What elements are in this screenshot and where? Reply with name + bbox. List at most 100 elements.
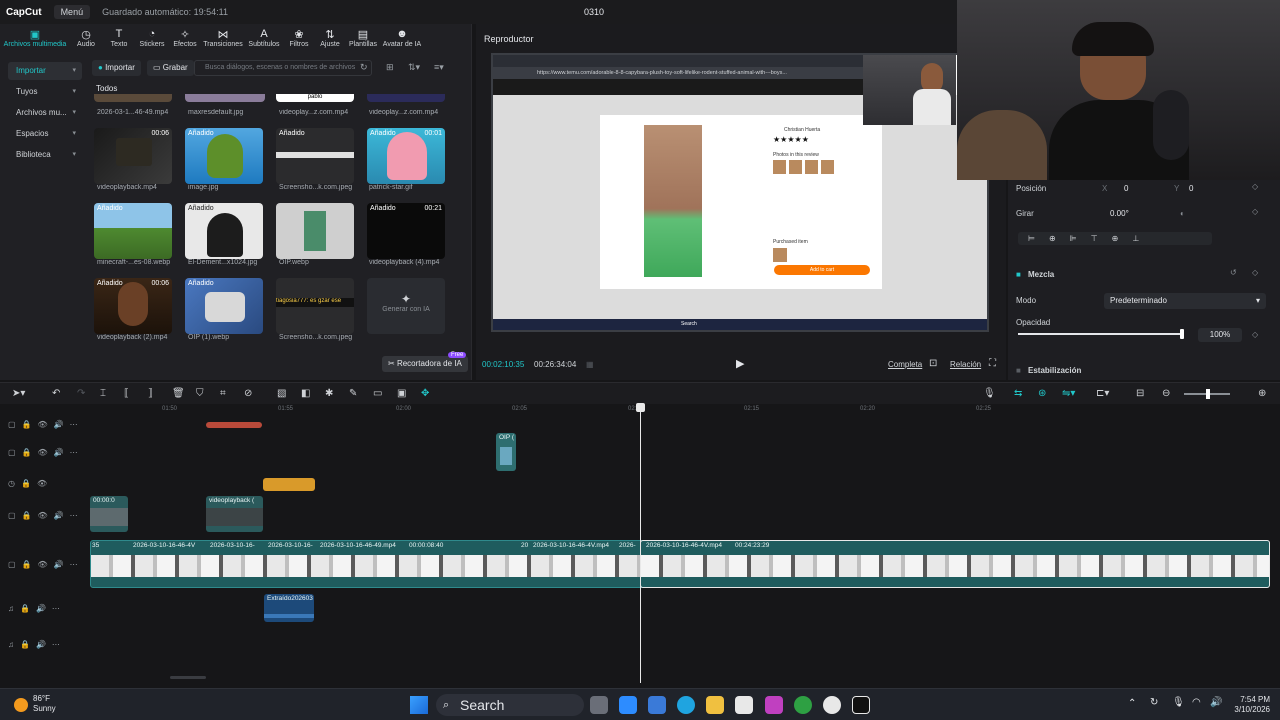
record-button[interactable]: ▭ Grabar bbox=[147, 60, 194, 76]
grid-view-icon[interactable]: ⊞ bbox=[386, 62, 394, 73]
sync-icon[interactable]: ↻ bbox=[1150, 698, 1158, 708]
tab-adjust[interactable]: ⇅ Ajuste bbox=[314, 26, 346, 54]
media-item-image[interactable]: Añadido bbox=[185, 128, 263, 184]
media-item-minecraft[interactable]: Añadido bbox=[94, 203, 172, 259]
filter-icon[interactable]: ≡▾ bbox=[434, 62, 444, 73]
tab-filters[interactable]: ❀ Filtros bbox=[284, 26, 314, 54]
snap-icon[interactable]: ⇋▾ bbox=[1062, 388, 1075, 399]
undo-icon[interactable]: ↶ bbox=[52, 388, 60, 399]
media-item-videoplayback-2[interactable]: Añadido 00:06 bbox=[94, 278, 172, 334]
subtitle-icon[interactable]: ▭ bbox=[373, 388, 382, 399]
timeline-clip-oip[interactable]: OIP ( bbox=[496, 433, 516, 471]
zoom-icon[interactable] bbox=[619, 696, 637, 714]
player-viewport[interactable]: https://www.temu.com/adorable-8-8-capyba… bbox=[491, 53, 989, 332]
volume-icon[interactable]: 🔊 bbox=[1210, 698, 1222, 708]
opacity-slider[interactable] bbox=[1018, 329, 1184, 339]
opacity-value-input[interactable]: 100% bbox=[1198, 328, 1242, 342]
edge-icon[interactable] bbox=[677, 696, 695, 714]
windows-start-icon[interactable] bbox=[410, 696, 428, 714]
freeze-icon[interactable]: ▧ bbox=[277, 388, 286, 399]
split-right-icon[interactable]: ⟧ bbox=[148, 388, 153, 399]
magic-icon[interactable]: ✎ bbox=[349, 388, 357, 399]
tab-effects[interactable]: ✧ Efectos bbox=[168, 26, 202, 54]
preview-axis-icon[interactable]: ⊏▾ bbox=[1096, 388, 1109, 399]
outlook-icon[interactable] bbox=[648, 696, 666, 714]
keyframe-icon[interactable]: ◇ bbox=[1252, 182, 1258, 191]
sidebar-item-import[interactable]: Importar bbox=[8, 62, 82, 80]
fullscreen-icon[interactable]: ⛶ bbox=[989, 358, 996, 369]
taskbar-search[interactable]: ⌕ Search bbox=[436, 694, 584, 716]
media-thumb-partial[interactable]: pablo bbox=[276, 94, 354, 102]
split-icon[interactable]: ⌶ bbox=[100, 388, 106, 399]
zoom-in-icon[interactable]: ⊕ bbox=[1258, 388, 1266, 399]
track-header[interactable]: ♫🔒🔊⋯ bbox=[8, 604, 66, 613]
crop-icon[interactable]: ⌗ bbox=[220, 388, 226, 399]
timeline-view-icon[interactable]: ▦ bbox=[586, 360, 594, 369]
generate-ai-button[interactable]: ✦ Generar con IA bbox=[367, 278, 445, 334]
reset-icon[interactable]: ↺ bbox=[1230, 268, 1237, 277]
track-header[interactable]: ▢🔒👁🔊⋯ bbox=[8, 511, 84, 520]
timeline-ruler[interactable]: 01:50 01:55 02:00 02:05 02:10 02:15 02:2… bbox=[90, 404, 1280, 418]
link-icon[interactable]: ⇆ bbox=[1014, 388, 1022, 399]
play-button[interactable]: ▶ bbox=[736, 357, 744, 370]
zoom-slider[interactable] bbox=[1184, 389, 1230, 399]
track-header[interactable]: ♫🔒🔊⋯ bbox=[8, 640, 66, 649]
refresh-icon[interactable]: ↻ bbox=[360, 62, 368, 73]
media-item-el-demente[interactable]: Añadido bbox=[185, 203, 263, 259]
ai-effect-icon[interactable]: ✱ bbox=[325, 388, 333, 399]
track-header[interactable]: ▢🔒👁🔊⋯ bbox=[8, 420, 84, 429]
tab-transitions[interactable]: ⋈ Transiciones bbox=[202, 26, 244, 54]
shield-icon[interactable]: ⛉ bbox=[196, 388, 204, 399]
keyframe-icon[interactable]: ◇ bbox=[1252, 207, 1258, 216]
magnet-icon[interactable]: ⊛ bbox=[1038, 388, 1046, 399]
tab-stickers[interactable]: ◔ Stickers bbox=[136, 26, 168, 54]
media-item-patrick[interactable]: Añadido 00:01 bbox=[367, 128, 445, 184]
track-header[interactable]: ▢🔒👁🔊⋯ bbox=[8, 560, 84, 569]
image-icon[interactable]: ▣ bbox=[397, 388, 406, 399]
import-button[interactable]: ● Importar bbox=[92, 60, 141, 76]
timeline-audio-clip[interactable]: Extraído202603 bbox=[264, 594, 314, 622]
sidebar-item-spaces[interactable]: Espacios bbox=[8, 125, 82, 143]
explorer-icon[interactable] bbox=[706, 696, 724, 714]
keyframe-icon[interactable]: ◇ bbox=[1252, 330, 1258, 339]
fit-icon[interactable]: ⊟ bbox=[1136, 388, 1144, 399]
full-quality-button[interactable]: Completa bbox=[888, 360, 922, 369]
media-thumb-partial[interactable] bbox=[94, 94, 172, 102]
microphone-icon[interactable]: 🎙 bbox=[983, 388, 996, 399]
chrome-icon[interactable] bbox=[823, 696, 841, 714]
mic-tray-icon[interactable]: 🎙 bbox=[1172, 698, 1185, 708]
clock[interactable]: 7:54 PM 3/10/2026 bbox=[1222, 695, 1270, 715]
xbox-icon[interactable] bbox=[794, 696, 812, 714]
media-item-oip-1[interactable]: Añadido bbox=[185, 278, 263, 334]
tab-ai-avatar[interactable]: ☻ Avatar de IA bbox=[380, 26, 424, 54]
media-item-videoplayback[interactable]: 00:06 bbox=[94, 128, 172, 184]
track-header[interactable]: ▢🔒👁🔊⋯ bbox=[8, 448, 84, 457]
blend-checkbox[interactable]: ■ bbox=[1016, 270, 1021, 279]
sidebar-item-media-files[interactable]: Archivos mu... bbox=[8, 104, 82, 122]
opacity-knob[interactable] bbox=[1180, 329, 1184, 339]
auto-cut-icon[interactable]: ✥ bbox=[421, 388, 429, 399]
ratio-button[interactable]: Relación bbox=[950, 360, 981, 369]
zoom-out-icon[interactable]: ⊖ bbox=[1162, 388, 1170, 399]
ai-cutout-button[interactable]: ✂ Recortadora de IA bbox=[382, 356, 468, 372]
speed-icon[interactable]: ⊘ bbox=[244, 388, 252, 399]
track-header[interactable]: ◷🔒👁 bbox=[8, 479, 53, 488]
timeline-clip-v2[interactable]: videoplayback ( bbox=[206, 496, 263, 532]
delete-icon[interactable]: 🗑 bbox=[172, 388, 185, 399]
task-view-icon[interactable] bbox=[590, 696, 608, 714]
sidebar-item-library[interactable]: Biblioteca bbox=[8, 146, 82, 164]
tab-audio[interactable]: ◷ Audio bbox=[70, 26, 102, 54]
wifi-icon[interactable]: ◠ bbox=[1192, 698, 1201, 708]
media-item-screenshot-2[interactable]: tiagosia777: es gzar ese bbox=[276, 278, 354, 334]
screenshot-icon[interactable]: ⊡ bbox=[929, 358, 937, 369]
playhead[interactable] bbox=[636, 403, 645, 683]
tab-text[interactable]: T Texto bbox=[102, 26, 136, 54]
tab-subtitles[interactable]: A Subtítulos bbox=[244, 26, 284, 54]
media-item-videoplayback-4[interactable]: Añadido 00:21 bbox=[367, 203, 445, 259]
redo-icon[interactable]: ↷ bbox=[77, 388, 85, 399]
timeline-clip[interactable] bbox=[206, 422, 262, 428]
rotate-dial-icon[interactable]: ◐ bbox=[1180, 209, 1185, 218]
keyframe-icon[interactable]: ◇ bbox=[1252, 268, 1258, 277]
media-thumb-partial[interactable] bbox=[367, 94, 445, 102]
weather-widget[interactable]: 86°F Sunny bbox=[33, 694, 56, 714]
